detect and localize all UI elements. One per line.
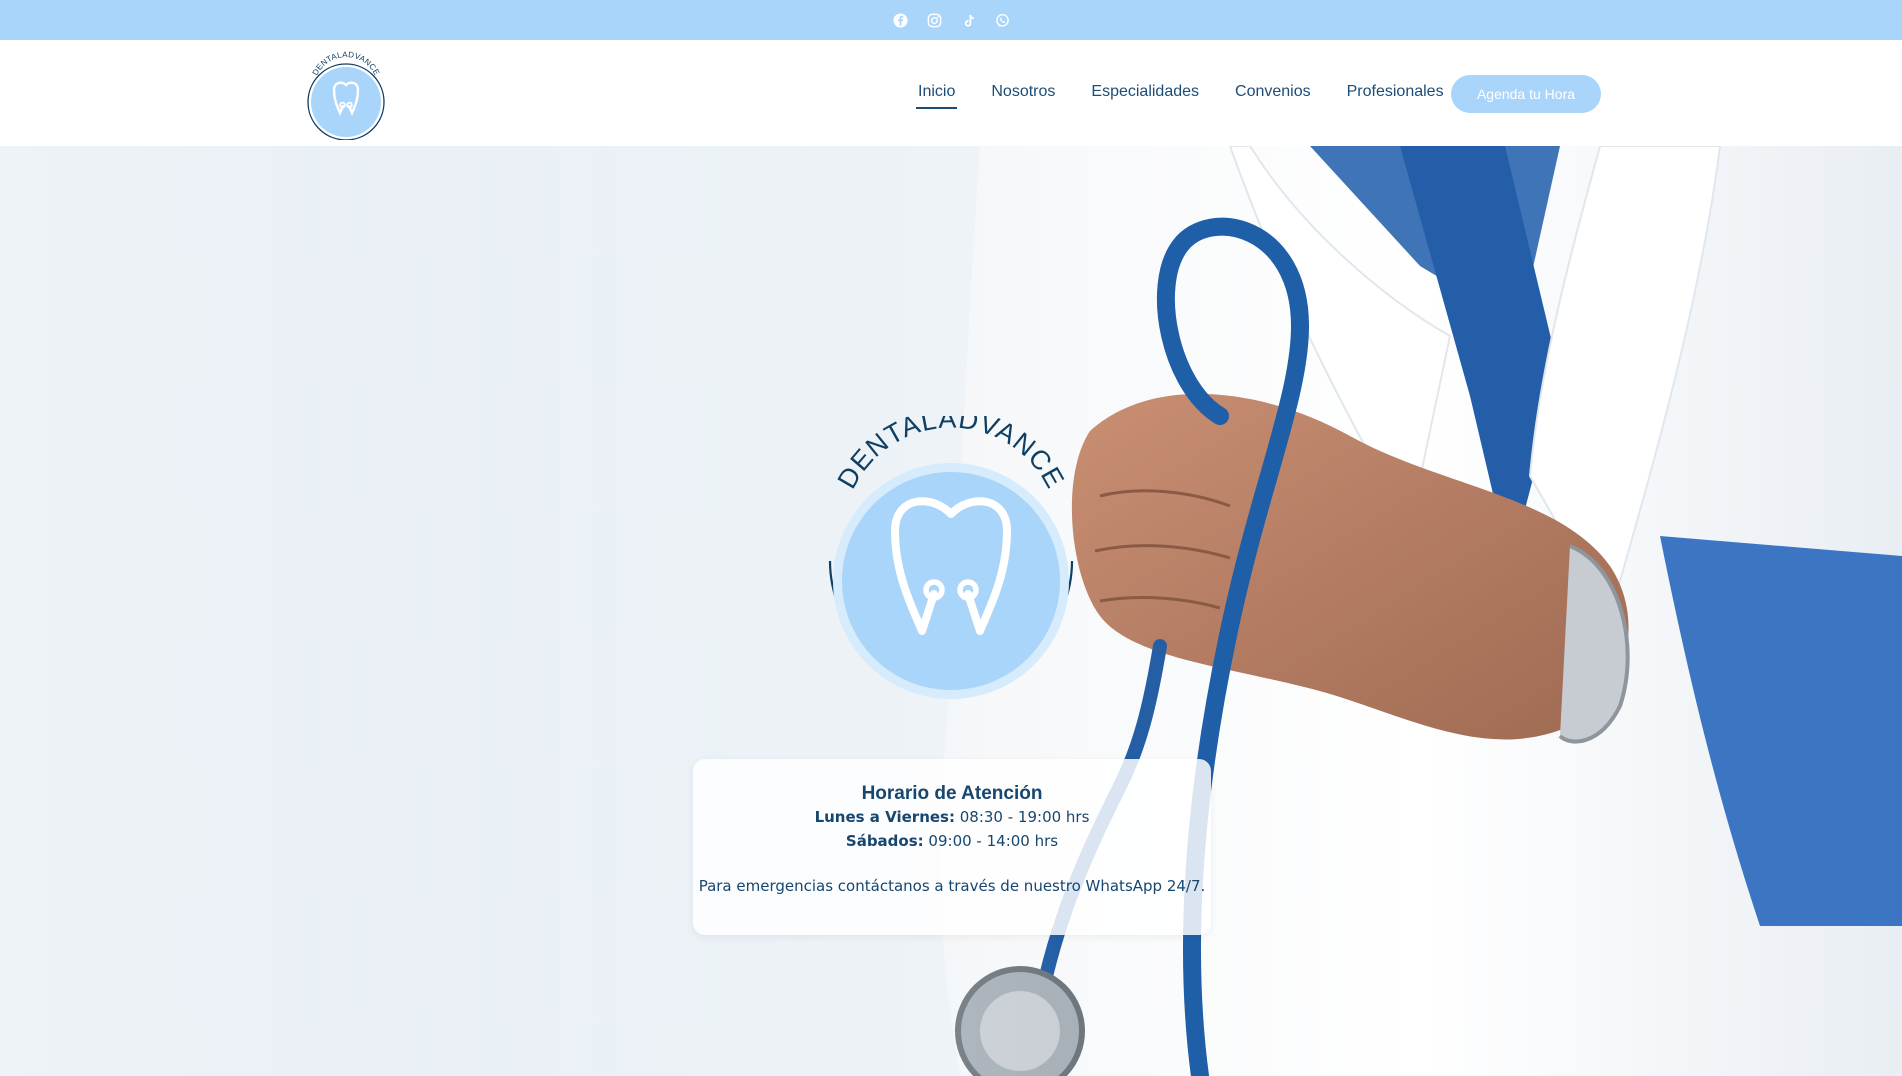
emergency-note: Para emergencias contáctanos a través de… <box>698 877 1206 895</box>
weekday-hours: Lunes a Viernes: 08:30 - 19:00 hrs <box>693 805 1211 829</box>
weekday-value: 08:30 - 19:00 hrs <box>954 808 1090 826</box>
weekday-label: Lunes a Viernes: <box>814 808 955 826</box>
hero-section: DENTALADVANCE Horario de Atención Lunes … <box>0 146 1902 1076</box>
site-header: DENTALADVANCE Inicio Nosotros Especialid… <box>0 40 1902 146</box>
hours-title: Horario de Atención <box>861 783 1043 804</box>
nav-nosotros[interactable]: Nosotros <box>989 77 1057 109</box>
whatsapp-icon[interactable] <box>994 12 1010 28</box>
facebook-icon[interactable] <box>892 12 908 28</box>
instagram-icon[interactable] <box>926 12 942 28</box>
agenda-tu-hora-button[interactable]: Agenda tu Hora <box>1451 75 1601 113</box>
tiktok-icon[interactable] <box>960 12 976 28</box>
saturday-value: 09:00 - 14:00 hrs <box>923 832 1059 850</box>
nav-especialidades[interactable]: Especialidades <box>1089 77 1201 109</box>
nav-inicio[interactable]: Inicio <box>916 77 958 109</box>
hours-card: Horario de Atención Lunes a Viernes: 08:… <box>693 759 1211 935</box>
hero-logo: DENTALADVANCE <box>820 403 1082 716</box>
nav-profesionales[interactable]: Profesionales <box>1345 77 1446 109</box>
main-nav: Inicio Nosotros Especialidades Convenios… <box>900 40 1462 146</box>
saturday-label: Sábados: <box>845 832 924 850</box>
brand-logo[interactable]: DENTALADVANCE <box>304 48 388 141</box>
social-bar <box>0 0 1902 40</box>
nav-convenios[interactable]: Convenios <box>1233 77 1313 109</box>
saturday-hours: Sábados: 09:00 - 14:00 hrs <box>693 829 1211 853</box>
